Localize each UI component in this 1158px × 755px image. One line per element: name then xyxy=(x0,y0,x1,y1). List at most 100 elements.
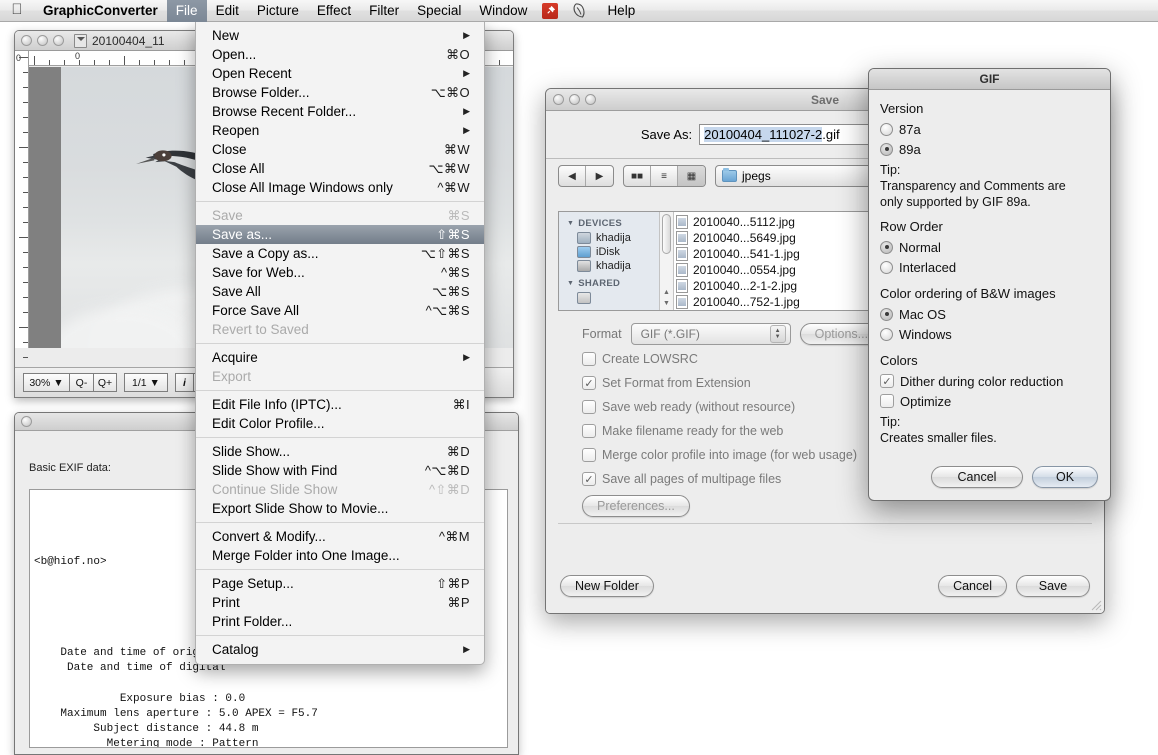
menu-item-save-all[interactable]: Save All ⌥⌘S xyxy=(196,282,484,301)
resize-grip-icon[interactable] xyxy=(1090,599,1102,611)
zoom-level-popup[interactable]: 30% ▼ xyxy=(23,373,69,392)
proxy-icon[interactable] xyxy=(74,33,87,48)
sidebar-header-shared[interactable]: ▼ SHARED xyxy=(559,276,659,291)
radio-button[interactable] xyxy=(880,260,893,274)
menubar-item-effect[interactable]: Effect xyxy=(308,0,360,22)
checkbox[interactable] xyxy=(582,424,596,438)
apple-logo-icon[interactable]:  xyxy=(0,2,34,19)
scroll-down-arrow-icon[interactable]: ▼ xyxy=(663,300,670,307)
menu-item-open-recent[interactable]: Open Recent ▶ xyxy=(196,64,484,83)
disclosure-triangle-icon[interactable]: ▼ xyxy=(567,280,574,287)
close-button[interactable] xyxy=(21,35,32,46)
menu-item-export-slide-show-to-movie[interactable]: Export Slide Show to Movie... xyxy=(196,499,484,518)
checkbox[interactable] xyxy=(582,400,596,414)
nav-forward-icon[interactable]: ▶ xyxy=(586,166,613,186)
menubar-item-help[interactable]: Help xyxy=(598,0,644,22)
menu-item-close-all-image-windows-only[interactable]: Close All Image Windows only ^⌘W xyxy=(196,178,484,197)
view-mode-segment[interactable]: ■■ ≡ ▦ xyxy=(623,165,706,187)
menu-item-reopen[interactable]: Reopen ▶ xyxy=(196,121,484,140)
checkbox[interactable] xyxy=(582,448,596,462)
checkbox[interactable]: ✓ xyxy=(582,376,596,390)
browser-sidebar[interactable]: ▼ DEVICES khadija iDisk khadija ▼ SHARED xyxy=(559,212,659,310)
menu-item-save-for-web[interactable]: Save for Web... ^⌘S xyxy=(196,263,484,282)
menu-bar[interactable]:  GraphicConverter File Edit Picture Eff… xyxy=(0,0,1158,22)
zoom-in-icon[interactable]: Q+ xyxy=(93,373,117,392)
radio-macos[interactable]: Mac OS xyxy=(880,304,1099,324)
menubar-item-special[interactable]: Special xyxy=(408,0,470,22)
zoom-controls[interactable]: 30% ▼ Q‑ Q+ xyxy=(23,373,117,392)
scrollbar-thumb[interactable] xyxy=(662,214,671,254)
menu-item-open[interactable]: Open... ⌘O xyxy=(196,45,484,64)
preferences-button[interactable]: Preferences... xyxy=(582,495,690,517)
radio-button[interactable] xyxy=(880,142,893,156)
sidebar-item-khadija-disk[interactable]: khadija xyxy=(559,259,659,273)
disclosure-triangle-icon[interactable]: ▼ xyxy=(567,220,574,227)
radio-87a[interactable]: 87a xyxy=(880,119,1099,139)
sidebar-item-khadija-computer[interactable]: khadija xyxy=(559,231,659,245)
menu-item-new[interactable]: New ▶ xyxy=(196,26,484,45)
radio-windows[interactable]: Windows xyxy=(880,324,1099,344)
checkbox-optimize[interactable]: Optimize xyxy=(880,391,1099,411)
menu-item-page-setup[interactable]: Page Setup... ⇧⌘P xyxy=(196,574,484,593)
menubar-app-name[interactable]: GraphicConverter xyxy=(34,0,167,22)
menu-item-convert-modify[interactable]: Convert & Modify... ^⌘M xyxy=(196,527,484,546)
menubar-item-edit[interactable]: Edit xyxy=(207,0,248,22)
file-menu-dropdown[interactable]: New ▶ Open... ⌘O Open Recent ▶ Browse Folder..… xyxy=(195,22,485,665)
pin-icon[interactable] xyxy=(542,2,559,19)
sidebar-item-idisk[interactable]: iDisk xyxy=(559,245,659,259)
script-icon[interactable] xyxy=(570,3,588,18)
back-forward-segment[interactable]: ◀ ▶ xyxy=(558,165,614,187)
info-icon[interactable]: i xyxy=(175,373,193,392)
page-indicator[interactable]: 1/1 ▼ xyxy=(124,373,168,392)
menu-item-slide-show[interactable]: Slide Show... ⌘D xyxy=(196,442,484,461)
menu-item-merge-folder-into-one-image[interactable]: Merge Folder into One Image... xyxy=(196,546,484,565)
scroll-up-arrow-icon[interactable]: ▲ xyxy=(663,289,670,296)
menubar-item-window[interactable]: Window xyxy=(470,0,536,22)
format-popup[interactable]: GIF (*.GIF) ▲ ▼ xyxy=(630,323,791,345)
checkbox-dither[interactable]: ✓ Dither during color reduction xyxy=(880,371,1099,391)
radio-button[interactable] xyxy=(880,327,893,341)
column-view-icon[interactable]: ▦ xyxy=(678,166,705,186)
menu-item-close[interactable]: Close ⌘W xyxy=(196,140,484,159)
sidebar-header-devices[interactable]: ▼ DEVICES xyxy=(559,216,659,231)
checkbox[interactable]: ✓ xyxy=(880,374,894,388)
zoom-button[interactable] xyxy=(53,35,64,46)
menu-item-browse-recent-folder[interactable]: Browse Recent Folder... ▶ xyxy=(196,102,484,121)
list-view-icon[interactable]: ≡ xyxy=(651,166,678,186)
menu-item-save-as[interactable]: Save as... ⇧⌘S xyxy=(196,225,484,244)
menu-item-force-save-all[interactable]: Force Save All ^⌥⌘S xyxy=(196,301,484,320)
radio-button[interactable] xyxy=(880,307,893,321)
menu-item-slide-show-with-find[interactable]: Slide Show with Find ^⌥⌘D xyxy=(196,461,484,480)
menu-item-edit-color-profile[interactable]: Edit Color Profile... xyxy=(196,414,484,433)
menu-item-browse-folder[interactable]: Browse Folder... ⌥⌘O xyxy=(196,83,484,102)
radio-button[interactable] xyxy=(880,122,893,136)
page-controls[interactable]: 1/1 ▼ xyxy=(124,373,168,392)
checkbox[interactable] xyxy=(880,394,894,408)
menu-item-close-all[interactable]: Close All ⌥⌘W xyxy=(196,159,484,178)
gif-options-dialog[interactable]: GIF Version 87a 89a Tip: Transparency an… xyxy=(868,68,1111,501)
gif-ok-button[interactable]: OK xyxy=(1032,466,1098,488)
menubar-item-filter[interactable]: Filter xyxy=(360,0,408,22)
checkbox[interactable]: ✓ xyxy=(582,472,596,486)
nav-back-icon[interactable]: ◀ xyxy=(559,166,586,186)
save-confirm-button[interactable]: Save xyxy=(1016,575,1090,597)
radio-89a[interactable]: 89a xyxy=(880,139,1099,159)
menu-item-print-folder[interactable]: Print Folder... xyxy=(196,612,484,631)
radio-normal[interactable]: Normal xyxy=(880,237,1099,257)
menu-item-print[interactable]: Print ⌘P xyxy=(196,593,484,612)
menu-item-save-a-copy-as[interactable]: Save a Copy as... ⌥⇧⌘S xyxy=(196,244,484,263)
menubar-item-file[interactable]: File xyxy=(166,0,207,22)
sidebar-scrollbar[interactable]: ▲ ▼ xyxy=(659,212,674,310)
zoom-out-icon[interactable]: Q‑ xyxy=(69,373,93,392)
new-folder-button[interactable]: New Folder xyxy=(560,575,654,597)
menu-item-acquire[interactable]: Acquire ▶ xyxy=(196,348,484,367)
exif-close-button[interactable] xyxy=(21,416,32,427)
minimize-button[interactable] xyxy=(37,35,48,46)
radio-button[interactable] xyxy=(880,240,893,254)
checkbox[interactable] xyxy=(582,352,596,366)
menubar-item-picture[interactable]: Picture xyxy=(248,0,308,22)
gif-cancel-button[interactable]: Cancel xyxy=(931,466,1023,488)
menu-item-catalog[interactable]: Catalog ▶ xyxy=(196,640,484,659)
icon-view-icon[interactable]: ■■ xyxy=(624,166,651,186)
sidebar-item-shared-partial[interactable] xyxy=(559,291,659,305)
